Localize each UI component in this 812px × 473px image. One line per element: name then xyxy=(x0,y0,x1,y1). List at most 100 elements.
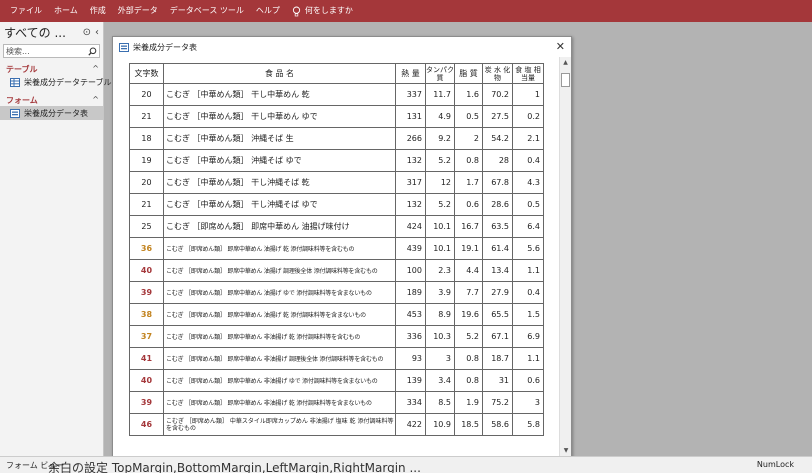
cell-energy[interactable]: 334 xyxy=(395,391,426,414)
cell-salt[interactable]: 1.1 xyxy=(512,347,544,370)
nav-group-forms[interactable]: フォーム ^ xyxy=(0,95,103,106)
cell-carb[interactable]: 61.4 xyxy=(482,237,513,260)
cell-salt[interactable]: 6.9 xyxy=(512,325,544,348)
cell-fat[interactable]: 2 xyxy=(454,127,483,150)
cell-fat[interactable]: 0.8 xyxy=(454,347,483,370)
cell-count[interactable]: 38 xyxy=(129,303,164,326)
cell-protein[interactable]: 3.9 xyxy=(425,281,455,304)
cell-fat[interactable]: 18.5 xyxy=(454,413,483,436)
cell-protein[interactable]: 10.1 xyxy=(425,215,455,238)
cell-fat[interactable]: 4.4 xyxy=(454,259,483,282)
cell-energy[interactable]: 422 xyxy=(395,413,426,436)
cell-protein[interactable]: 3.4 xyxy=(425,369,455,392)
cell-count[interactable]: 19 xyxy=(129,149,164,172)
cell-fat[interactable]: 0.8 xyxy=(454,149,483,172)
nav-item-table[interactable]: 栄養成分データテーブル xyxy=(0,75,112,89)
cell-count[interactable]: 39 xyxy=(129,281,164,304)
cell-salt[interactable]: 0.6 xyxy=(512,369,544,392)
cell-energy[interactable]: 317 xyxy=(395,171,426,194)
cell-count[interactable]: 21 xyxy=(129,105,164,128)
cell-name[interactable]: こむぎ ［即席めん類］ 即席中華めん 非油揚げ 調理後全体 添付調味料等を含むも… xyxy=(163,347,396,370)
search-icon[interactable] xyxy=(88,47,97,56)
cell-salt[interactable]: 1.1 xyxy=(512,259,544,282)
nav-title[interactable]: すべての ... xyxy=(4,24,66,41)
cell-protein[interactable]: 11.7 xyxy=(425,83,455,106)
cell-count[interactable]: 18 xyxy=(129,127,164,150)
cell-energy[interactable]: 132 xyxy=(395,149,426,172)
cell-name[interactable]: こむぎ ［即席めん類］ 即席中華めん 非油揚げ 乾 添付調味料等を含むもの xyxy=(163,325,396,348)
tab-file[interactable]: ファイル xyxy=(4,0,48,22)
cell-count[interactable]: 36 xyxy=(129,237,164,260)
cell-energy[interactable]: 266 xyxy=(395,127,426,150)
cell-name[interactable]: こむぎ ［中華めん類］ 沖縄そば ゆで xyxy=(163,149,396,172)
cell-carb[interactable]: 67.1 xyxy=(482,325,513,348)
tab-home[interactable]: ホーム xyxy=(48,0,84,22)
cell-carb[interactable]: 18.7 xyxy=(482,347,513,370)
cell-name[interactable]: こむぎ ［即席めん類］ 即席中華めん 非油揚げ 乾 添付調味料等を含まないもの xyxy=(163,391,396,414)
cell-energy[interactable]: 424 xyxy=(395,215,426,238)
cell-count[interactable]: 20 xyxy=(129,83,164,106)
chevron-down-circle-icon[interactable]: ⊙ xyxy=(83,27,91,38)
cell-fat[interactable]: 0.5 xyxy=(454,105,483,128)
cell-protein[interactable]: 3 xyxy=(425,347,455,370)
cell-energy[interactable]: 337 xyxy=(395,83,426,106)
cell-energy[interactable]: 453 xyxy=(395,303,426,326)
cell-name[interactable]: こむぎ ［中華めん類］ 干し沖縄そば ゆで xyxy=(163,193,396,216)
cell-count[interactable]: 25 xyxy=(129,215,164,238)
cell-protein[interactable]: 2.3 xyxy=(425,259,455,282)
cell-carb[interactable]: 28 xyxy=(482,149,513,172)
cell-carb[interactable]: 75.2 xyxy=(482,391,513,414)
cell-name[interactable]: こむぎ ［即席めん類］ 即席中華めん 油揚げ 乾 添付調味料等を含まないもの xyxy=(163,303,396,326)
cell-salt[interactable]: 4.3 xyxy=(512,171,544,194)
cell-protein[interactable]: 5.2 xyxy=(425,149,455,172)
cell-protein[interactable]: 12 xyxy=(425,171,455,194)
cell-carb[interactable]: 67.8 xyxy=(482,171,513,194)
close-icon[interactable]: ✕ xyxy=(556,40,565,53)
cell-fat[interactable]: 1.9 xyxy=(454,391,483,414)
cell-protein[interactable]: 5.2 xyxy=(425,193,455,216)
cell-name[interactable]: こむぎ ［即席めん類］ 即席中華めん 油揚げ ゆで 添付調味料等を含まないもの xyxy=(163,281,396,304)
cell-count[interactable]: 21 xyxy=(129,193,164,216)
cell-count[interactable]: 37 xyxy=(129,325,164,348)
cell-fat[interactable]: 19.1 xyxy=(454,237,483,260)
cell-carb[interactable]: 65.5 xyxy=(482,303,513,326)
collapse-pane-icon[interactable]: ‹ xyxy=(95,27,99,38)
nav-search-box[interactable]: 検索... xyxy=(3,44,100,58)
cell-name[interactable]: こむぎ ［中華めん類］ 沖縄そば 生 xyxy=(163,127,396,150)
cell-salt[interactable]: 0.4 xyxy=(512,281,544,304)
cell-energy[interactable]: 439 xyxy=(395,237,426,260)
cell-count[interactable]: 39 xyxy=(129,391,164,414)
cell-protein[interactable]: 8.5 xyxy=(425,391,455,414)
cell-carb[interactable]: 58.6 xyxy=(482,413,513,436)
search-input[interactable]: 検索... xyxy=(6,46,30,57)
cell-salt[interactable]: 1.5 xyxy=(512,303,544,326)
cell-name[interactable]: こむぎ ［中華めん類］ 干し中華めん 乾 xyxy=(163,83,396,106)
scroll-thumb[interactable] xyxy=(561,73,570,87)
cell-salt[interactable]: 0.5 xyxy=(512,193,544,216)
cell-salt[interactable]: 1 xyxy=(512,83,544,106)
cell-protein[interactable]: 8.9 xyxy=(425,303,455,326)
cell-fat[interactable]: 16.7 xyxy=(454,215,483,238)
cell-fat[interactable]: 1.6 xyxy=(454,83,483,106)
cell-fat[interactable]: 0.8 xyxy=(454,369,483,392)
cell-name[interactable]: こむぎ ［中華めん類］ 干し中華めん ゆで xyxy=(163,105,396,128)
cell-protein[interactable]: 10.3 xyxy=(425,325,455,348)
cell-salt[interactable]: 2.1 xyxy=(512,127,544,150)
cell-energy[interactable]: 336 xyxy=(395,325,426,348)
cell-count[interactable]: 46 xyxy=(129,413,164,436)
vertical-scrollbar[interactable]: ▲ ▼ xyxy=(559,57,571,457)
cell-salt[interactable]: 5.8 xyxy=(512,413,544,436)
nav-group-tables[interactable]: テーブル ^ xyxy=(0,64,103,75)
cell-count[interactable]: 40 xyxy=(129,259,164,282)
cell-energy[interactable]: 189 xyxy=(395,281,426,304)
tell-me-box[interactable]: 何をしますか xyxy=(303,0,359,22)
cell-carb[interactable]: 54.2 xyxy=(482,127,513,150)
cell-salt[interactable]: 0.4 xyxy=(512,149,544,172)
cell-salt[interactable]: 6.4 xyxy=(512,215,544,238)
tab-database-tools[interactable]: データベース ツール xyxy=(164,0,250,22)
cell-energy[interactable]: 132 xyxy=(395,193,426,216)
cell-carb[interactable]: 27.5 xyxy=(482,105,513,128)
cell-carb[interactable]: 70.2 xyxy=(482,83,513,106)
cell-name[interactable]: こむぎ ［即席めん類］ 即席中華めん 非油揚げ ゆで 添付調味料等を含まないもの xyxy=(163,369,396,392)
tab-create[interactable]: 作成 xyxy=(84,0,112,22)
